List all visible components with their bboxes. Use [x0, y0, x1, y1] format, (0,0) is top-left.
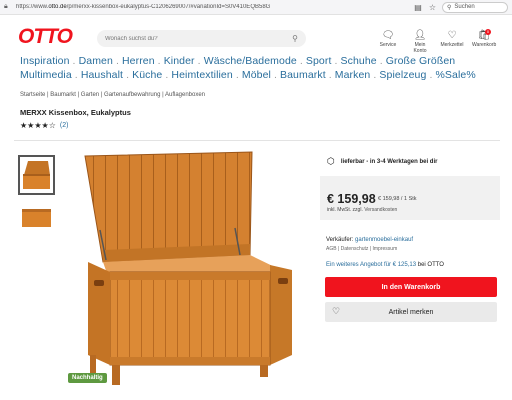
nav-item[interactable]: Spielzeug	[379, 69, 426, 81]
nav-item[interactable]: Küche	[132, 69, 162, 81]
nav-separator: .	[273, 69, 277, 81]
nav-separator: .	[157, 55, 161, 67]
star-filled-icon: ★	[34, 121, 42, 130]
nav-separator: .	[165, 69, 169, 81]
nav-item[interactable]: Herren	[122, 55, 155, 67]
sustainable-tag[interactable]: Nachhaltig	[68, 373, 107, 383]
browser-search-box[interactable]: ⚲ Suchen	[442, 1, 508, 13]
heart-icon: ♡	[332, 306, 341, 316]
user-icon: 👤︎	[413, 30, 427, 41]
browser-toolbar: 🔒︎ https://www.otto.de/p/merxx-kissenbox…	[0, 0, 512, 15]
cart-icon: 🛍︎	[477, 30, 491, 41]
lock-icon: 🔒︎	[4, 3, 8, 10]
star-filled-icon: ★	[41, 121, 49, 130]
delivery-info: ⬡ lieferbar - in 3-4 Werktagen bei dir	[327, 156, 438, 166]
account-link[interactable]: 👤︎ Mein Konto	[408, 29, 432, 54]
speech-bubble-icon: 🗨︎	[381, 30, 395, 41]
seller-legal-links[interactable]: AGB | Datenschutz | Impressum	[326, 246, 397, 252]
search-icon[interactable]: ⚲	[292, 34, 298, 43]
package-icon: ⬡	[327, 156, 335, 166]
cart-link[interactable]: 🛍︎ 0 Warenkorb	[472, 29, 496, 54]
seller-link[interactable]: gartenmoebel-einkauf	[355, 237, 413, 243]
unit-price: € 159,98 / 1 Stk	[378, 196, 417, 202]
reader-mode-icon[interactable]: ▤	[414, 3, 422, 12]
nav-item[interactable]: Große Größen	[386, 55, 455, 67]
nav-separator: .	[299, 55, 303, 67]
address-bar[interactable]: https://www.otto.de/p/merxx-kissenbox-eu…	[16, 4, 414, 10]
product-thumbnail-2[interactable]	[18, 198, 55, 238]
nav-separator: .	[334, 55, 338, 67]
product-title: MERXX Kissenbox, Eukalyptus	[20, 108, 131, 117]
rating-stars: ★★★★☆	[20, 121, 56, 130]
nav-separator: .	[197, 55, 201, 67]
nav-item[interactable]: Möbel	[242, 69, 271, 81]
nav-item[interactable]: Kinder	[164, 55, 195, 67]
nav-item[interactable]: Wäsche/Bademode	[204, 55, 297, 67]
nav-item[interactable]: Haushalt	[81, 69, 123, 81]
vat-note: inkl. MwSt. zzgl. Versandkosten	[327, 207, 398, 213]
nav-item[interactable]: %Sale%	[435, 69, 475, 81]
rating-count[interactable]: (2)	[60, 122, 69, 129]
divider	[14, 140, 500, 141]
site-header: OTTO ⚲ 🗨︎ Service 👤︎ Mein Konto ♡ Merkze…	[0, 15, 512, 55]
thumbnail-image	[23, 161, 50, 189]
cart-count-badge: 0	[485, 29, 491, 35]
nav-item[interactable]: Sport	[306, 55, 332, 67]
search-input[interactable]	[105, 35, 293, 42]
product-rating[interactable]: ★★★★☆ (2)	[20, 121, 68, 130]
favorite-star-icon[interactable]: ☆	[429, 3, 436, 12]
nav-item[interactable]: Inspiration	[20, 55, 70, 67]
wishlist-link[interactable]: ♡ Merkzettel	[440, 29, 464, 54]
star-empty-icon: ☆	[48, 121, 56, 130]
breadcrumb[interactable]: Startseite | Baumarkt | Garten | Gartena…	[20, 92, 205, 98]
product-thumbnail-1[interactable]	[18, 155, 55, 195]
nav-separator: .	[74, 69, 78, 81]
nav-item[interactable]: Marken	[335, 69, 371, 81]
nav-separator: .	[126, 69, 130, 81]
other-offer[interactable]: Ein weiteres Angebot für € 125,13 bei OT…	[326, 262, 444, 268]
nav-separator: .	[373, 69, 377, 81]
nav-separator: .	[328, 69, 332, 81]
wishlist-button[interactable]: ♡ Artikel merken	[325, 302, 497, 322]
nav-item[interactable]: Schuhe	[341, 55, 377, 67]
otto-logo[interactable]: OTTO	[18, 26, 73, 48]
search-bar[interactable]: ⚲	[97, 30, 306, 47]
heart-icon: ♡	[447, 30, 457, 41]
nav-item[interactable]: Baumarkt	[280, 69, 326, 81]
nav-item[interactable]: Multimedia	[20, 69, 72, 81]
nav-separator: .	[115, 55, 119, 67]
thumbnail-image	[22, 209, 51, 227]
nav-item[interactable]: Damen	[79, 55, 113, 67]
category-nav: Inspiration. Damen. Herren. Kinder. Wäsche/B…	[20, 54, 500, 82]
seller-info: Verkäufer: gartenmoebel-einkauf	[326, 237, 414, 243]
nav-separator: .	[72, 55, 76, 67]
price-box: € 159,98 € 159,98 / 1 Stk inkl. MwSt. zz…	[320, 176, 500, 220]
nav-item[interactable]: Heimtextilien	[171, 69, 232, 81]
search-icon: ⚲	[447, 4, 452, 11]
nav-separator: .	[429, 69, 433, 81]
add-to-cart-button[interactable]: In den Warenkorb	[325, 277, 497, 297]
price: € 159,98	[327, 192, 376, 206]
nav-separator: .	[235, 69, 239, 81]
nav-separator: .	[379, 55, 383, 67]
service-link[interactable]: 🗨︎ Service	[376, 29, 400, 54]
product-image[interactable]	[70, 150, 300, 390]
shipping-costs-link[interactable]: Versandkosten	[364, 207, 397, 213]
